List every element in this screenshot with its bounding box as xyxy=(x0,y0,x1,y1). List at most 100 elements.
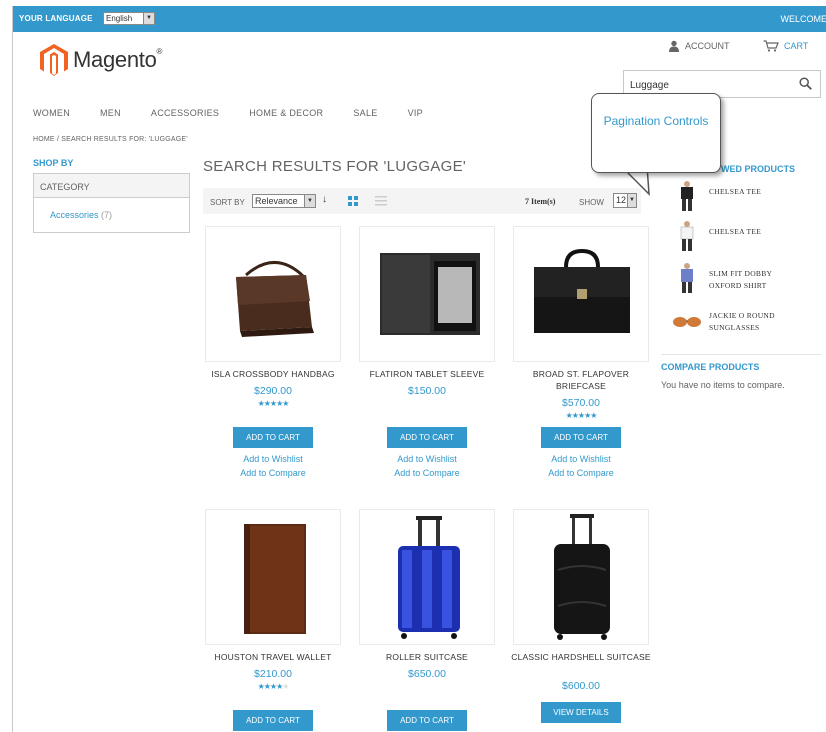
product-card: HOUSTON TRAVEL WALLET $210.00 ★★★★★ ADD … xyxy=(203,509,343,731)
product-name[interactable]: CLASSIC HARDSHELL SUITCASE xyxy=(511,651,651,675)
top-bar: YOUR LANGUAGE English ▼ WELCOME xyxy=(13,6,826,32)
category-header[interactable]: CATEGORY xyxy=(34,174,189,198)
recently-viewed-heading: WED PRODUCTS xyxy=(721,164,795,174)
handbag-image xyxy=(236,261,314,337)
language-label: YOUR LANGUAGE xyxy=(19,14,93,23)
add-to-wishlist-link[interactable]: Add to Wishlist xyxy=(357,454,497,464)
sort-select[interactable]: Relevance ▼ xyxy=(252,194,316,208)
sort-direction-icon[interactable]: ↓ xyxy=(322,194,327,205)
nav-item-home-decor[interactable]: HOME & DECOR xyxy=(249,108,323,118)
product-card: ROLLER SUITCASE $650.00 ADD TO CART xyxy=(357,509,497,731)
items-count: 7 Item(s) xyxy=(525,197,556,206)
product-thumbnail xyxy=(673,317,701,327)
add-to-wishlist-link[interactable]: Add to Wishlist xyxy=(203,454,343,464)
toolbar: SORT BY Relevance ▼ ↓ 7 Item(s) SHOW 12 ▼ xyxy=(203,188,641,214)
product-price: $650.00 xyxy=(408,668,446,680)
briefcase-image xyxy=(534,248,630,333)
product-price: $600.00 xyxy=(562,680,600,692)
product-name[interactable]: FLATIRON TABLET SLEEVE xyxy=(357,368,497,380)
divider xyxy=(661,354,821,355)
product-card: BROAD ST. FLAPOVER BRIEFCASE $570.00 ★★★… xyxy=(511,226,651,478)
product-name[interactable]: ISLA CROSSBODY HANDBAG xyxy=(203,368,343,380)
page-title: SEARCH RESULTS FOR 'LUGGAGE' xyxy=(203,158,467,175)
list-view-icon[interactable] xyxy=(375,196,387,206)
magento-logo-icon xyxy=(40,44,68,76)
grid-view-icon[interactable] xyxy=(348,196,358,206)
product-image[interactable] xyxy=(205,509,341,645)
rating-stars: ★★★★★ xyxy=(257,682,290,691)
viewed-item-name: JACKIE O ROUND SUNGLASSES xyxy=(709,311,775,332)
product-card: FLATIRON TABLET SLEEVE $150.00 ADD TO CA… xyxy=(357,226,497,478)
language-select[interactable]: English ▼ xyxy=(103,12,155,25)
breadcrumb: HOME / SEARCH RESULTS FOR: 'LUGGAGE' xyxy=(33,136,188,143)
viewed-item-name: SLIM FIT DOBBY OXFORD SHIRT xyxy=(709,269,772,290)
nav-item-sale[interactable]: SALE xyxy=(353,108,377,118)
add-to-cart-button[interactable]: ADD TO CART xyxy=(233,710,313,731)
product-thumbnail xyxy=(681,263,693,293)
rating-stars: ★★★★★ xyxy=(565,411,598,420)
wallet-image xyxy=(244,524,306,634)
viewed-item[interactable]: CHELSEA TEE xyxy=(671,220,821,254)
viewed-item[interactable]: CHELSEA TEE xyxy=(671,180,821,214)
viewed-item[interactable]: JACKIE O ROUND SUNGLASSES xyxy=(671,304,821,338)
product-price: $290.00 xyxy=(254,385,292,397)
product-thumbnail xyxy=(680,221,694,251)
product-card: CLASSIC HARDSHELL SUITCASE $600.00 VIEW … xyxy=(511,509,651,723)
sort-by-label: SORT BY xyxy=(210,198,245,207)
viewed-item-name: CHELSEA TEE xyxy=(709,187,762,196)
add-to-wishlist-link[interactable]: Add to Wishlist xyxy=(511,454,651,464)
rating-stars: ★★★★★ xyxy=(257,399,290,408)
product-price: $570.00 xyxy=(562,397,600,409)
category-item-accessories[interactable]: Accessories (7) xyxy=(34,198,189,220)
product-image[interactable] xyxy=(359,509,495,645)
nav-item-women[interactable]: WOMEN xyxy=(33,108,70,118)
product-thumbnail xyxy=(681,181,693,211)
product-image[interactable] xyxy=(513,509,649,645)
viewed-item-name: CHELSEA TEE xyxy=(709,227,762,236)
product-image[interactable] xyxy=(359,226,495,362)
user-icon xyxy=(669,40,679,52)
rating-stars xyxy=(357,682,497,692)
tablet-sleeve-image xyxy=(380,253,480,335)
add-to-cart-button[interactable]: ADD TO CART xyxy=(387,710,467,731)
nav-item-vip[interactable]: VIP xyxy=(408,108,423,118)
add-to-cart-button[interactable]: ADD TO CART xyxy=(233,427,313,448)
add-to-compare-link[interactable]: Add to Compare xyxy=(511,468,651,478)
chevron-down-icon: ▼ xyxy=(143,13,154,24)
nav-item-men[interactable]: MEN xyxy=(100,108,121,118)
rating-stars xyxy=(357,399,497,409)
product-card: ISLA CROSSBODY HANDBAG $290.00 ★★★★★ ADD… xyxy=(203,226,343,478)
shop-by-heading: SHOP BY xyxy=(33,158,74,168)
compare-products-heading: COMPARE PRODUCTS xyxy=(661,362,760,372)
brand-name: Magento® xyxy=(73,47,163,72)
roller-suitcase-image xyxy=(398,516,460,639)
add-to-compare-link[interactable]: Add to Compare xyxy=(357,468,497,478)
search-icon[interactable] xyxy=(799,77,812,90)
pagination-controls-callout: Pagination Controls xyxy=(591,93,721,173)
product-name[interactable]: ROLLER SUITCASE xyxy=(357,651,497,663)
page: YOUR LANGUAGE English ▼ WELCOME Magento®… xyxy=(12,6,826,732)
cart-link[interactable]: CART xyxy=(763,40,808,52)
product-image[interactable] xyxy=(513,226,649,362)
product-name[interactable]: BROAD ST. FLAPOVER BRIEFCASE xyxy=(511,368,651,392)
category-filter: CATEGORY Accessories (7) xyxy=(33,173,190,233)
show-label: SHOW xyxy=(579,198,604,207)
chevron-down-icon: ▼ xyxy=(304,195,315,207)
add-to-cart-button[interactable]: ADD TO CART xyxy=(541,427,621,448)
main-nav: WOMEN MEN ACCESSORIES HOME & DECOR SALE … xyxy=(33,108,453,118)
product-price: $210.00 xyxy=(254,668,292,680)
viewed-item[interactable]: SLIM FIT DOBBY OXFORD SHIRT xyxy=(671,262,821,296)
compare-empty-text: You have no items to compare. xyxy=(661,380,785,390)
view-details-button[interactable]: VIEW DETAILS xyxy=(541,702,621,723)
cart-icon xyxy=(763,40,779,52)
hardshell-suitcase-image xyxy=(554,514,610,640)
add-to-compare-link[interactable]: Add to Compare xyxy=(203,468,343,478)
add-to-cart-button[interactable]: ADD TO CART xyxy=(387,427,467,448)
logo[interactable]: Magento® xyxy=(39,42,162,78)
nav-item-accessories[interactable]: ACCESSORIES xyxy=(151,108,219,118)
product-price: $150.00 xyxy=(408,385,446,397)
product-name[interactable]: HOUSTON TRAVEL WALLET xyxy=(203,651,343,663)
account-link[interactable]: ACCOUNT xyxy=(668,40,730,52)
welcome-message: WELCOME xyxy=(780,14,826,24)
product-image[interactable] xyxy=(205,226,341,362)
